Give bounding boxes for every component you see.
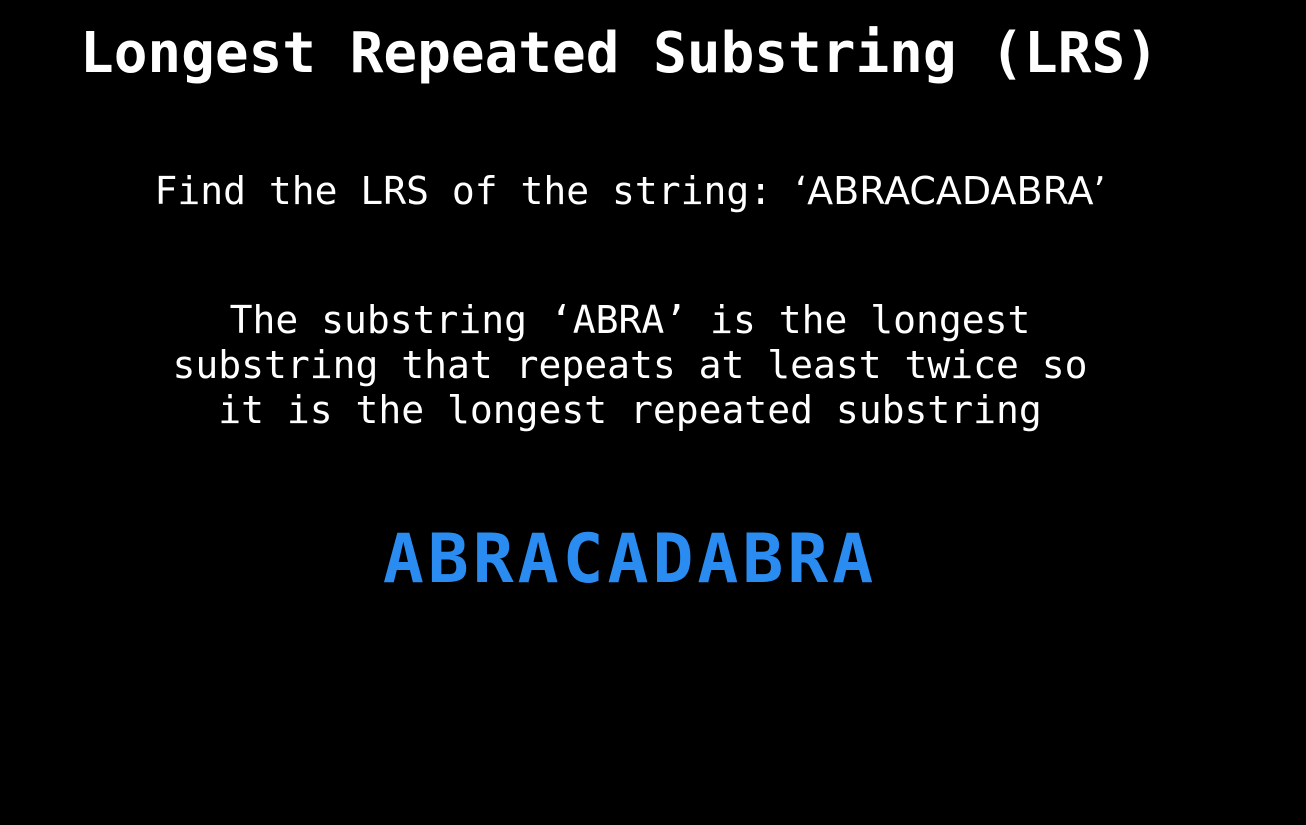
explanation-text: The substring ‘ABRA’ is the longest subs… [0, 298, 1260, 433]
problem-prompt: Find the LRS of the string: ‘ABRACADABRA… [0, 166, 1260, 216]
explanation-line: it is the longest repeated substring [218, 388, 1042, 432]
explanation-line: substring that repeats at least twice so [172, 343, 1088, 387]
prompt-text: Find the LRS of the string: [154, 169, 796, 213]
prompt-string: ‘ABRACADABRA’ [795, 169, 1106, 213]
explanation-line: The substring ‘ABRA’ is the longest [229, 298, 1031, 342]
highlighted-string: ABRACADABRA [382, 520, 878, 599]
slide-title: Longest Repeated Substring (LRS) [80, 21, 1159, 86]
